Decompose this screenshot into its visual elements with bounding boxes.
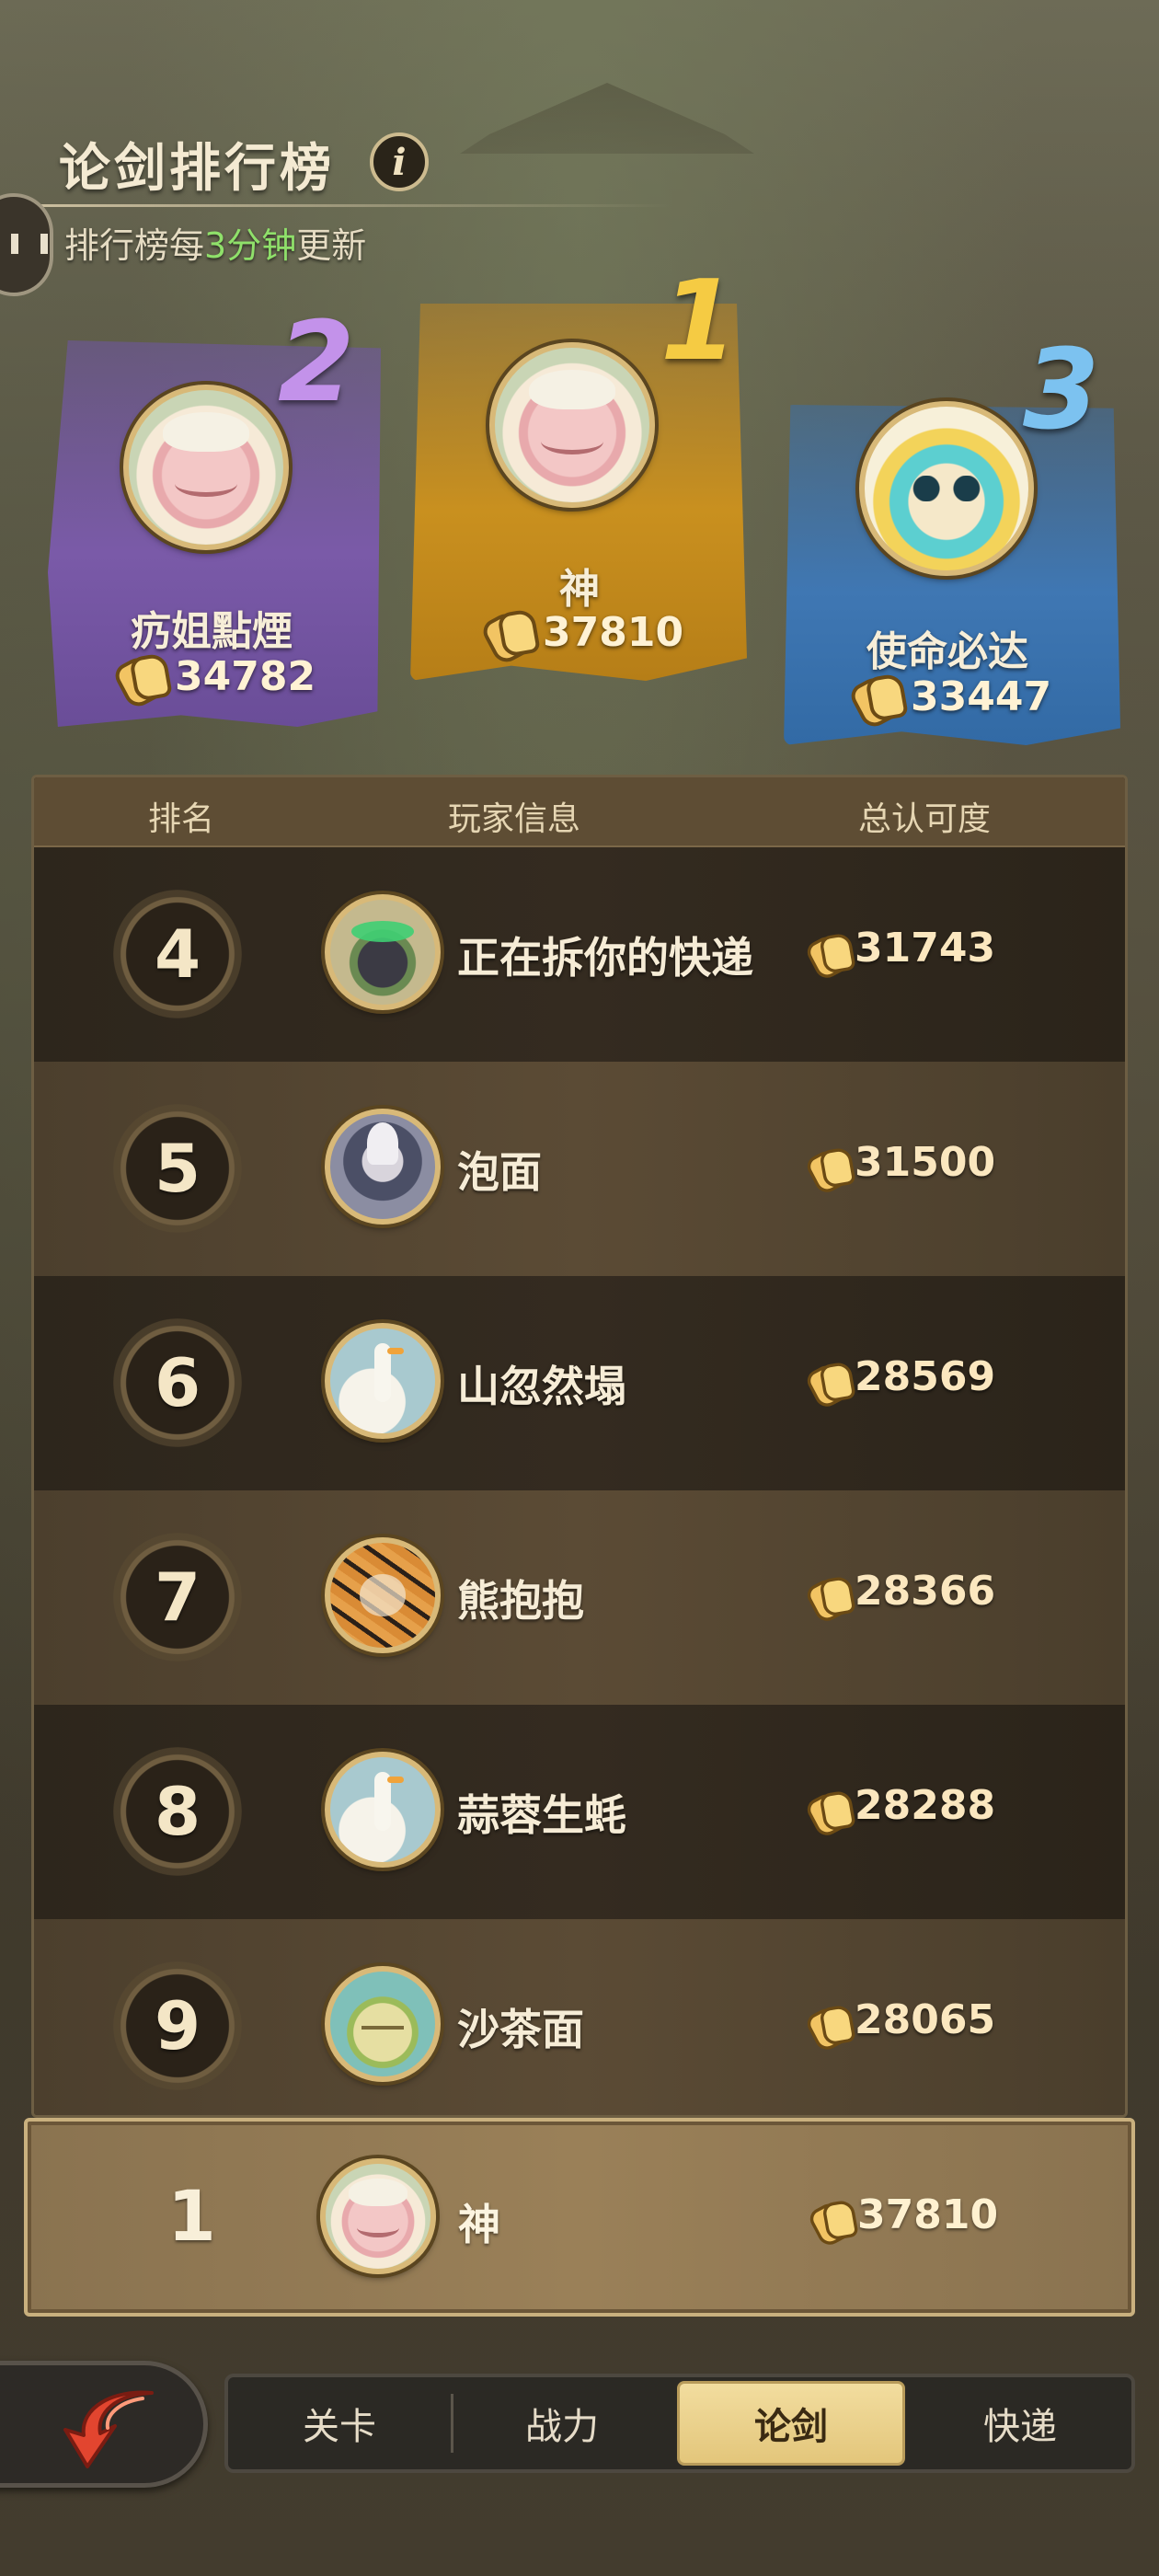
table-row[interactable]: 6 山忽然塌 28569 [34, 1276, 1125, 1490]
player-avatar[interactable] [325, 894, 441, 1010]
clap-icon [806, 931, 842, 965]
player-score: 31743 [803, 925, 995, 972]
table-header: 排名 玩家信息 总认可度 [34, 777, 1125, 847]
clap-icon [809, 2198, 844, 2232]
tab-delivery[interactable]: 快递 [909, 2377, 1131, 2469]
my-name: 神 [458, 2200, 500, 2249]
clap-icon [806, 1360, 842, 1394]
player-name: 正在拆你的快递 [457, 933, 753, 983]
tab-duel[interactable]: 论剑 [677, 2381, 905, 2466]
player-score: 28065 [803, 1996, 995, 2043]
column-score: 总认可度 [858, 800, 992, 838]
update-notice: 排行榜每3分钟更新 [64, 217, 366, 268]
clap-icon [806, 2003, 842, 2037]
rank-badge: 8 [113, 1747, 242, 1876]
player-avatar[interactable] [325, 1966, 441, 2082]
podium-rank-3: 3 [1023, 327, 1100, 454]
my-rank-row[interactable]: 1 神 37810 [24, 2118, 1135, 2317]
back-button[interactable] [0, 2361, 208, 2488]
podium-second-name: 疓姐點煙 [131, 608, 293, 655]
podium-first-score-value: 37810 [543, 608, 684, 656]
clap-icon [806, 1574, 842, 1608]
podium-third-score: 33447 [850, 672, 1051, 721]
update-notice-suffix: 更新 [296, 225, 367, 266]
table-row[interactable]: 9 沙茶面 28065 [34, 1919, 1125, 2115]
podium-second-avatar[interactable] [123, 385, 289, 550]
player-name: 山忽然塌 [457, 1362, 626, 1411]
player-avatar[interactable] [325, 1109, 441, 1225]
podium-rank-2: 2 [278, 299, 355, 427]
player-name: 沙茶面 [457, 2005, 584, 2054]
tab-power[interactable]: 战力 [451, 2377, 673, 2469]
podium-first-score: 37810 [482, 607, 683, 657]
player-score: 28288 [803, 1782, 995, 1829]
podium-third-name: 使命必达 [866, 628, 1028, 675]
update-interval: 3分钟 [204, 225, 297, 266]
player-name: 泡面 [457, 1147, 542, 1197]
update-notice-prefix: 排行榜每 [64, 225, 205, 266]
clap-icon [806, 1788, 842, 1823]
my-score-value: 37810 [857, 2191, 999, 2238]
player-score-value: 31743 [855, 925, 996, 972]
player-name: 熊抱抱 [457, 1576, 584, 1626]
title-divider [37, 204, 671, 207]
podium-first-avatar[interactable] [489, 342, 655, 508]
rank-badge: 7 [113, 1533, 242, 1662]
podium-second-score-value: 34782 [175, 652, 316, 700]
table-row[interactable]: 7 熊抱抱 28366 [34, 1490, 1125, 1705]
player-score-value: 31500 [855, 1139, 996, 1186]
back-arrow-icon [63, 2390, 154, 2468]
clap-icon [482, 607, 535, 657]
player-avatar[interactable] [325, 1752, 441, 1868]
player-score: 31500 [803, 1139, 995, 1186]
player-score-value: 28288 [855, 1782, 996, 1829]
player-score: 28366 [803, 1568, 995, 1615]
clap-icon [806, 1145, 842, 1179]
clap-icon [850, 672, 903, 721]
tab-stage[interactable]: 关卡 [228, 2377, 451, 2469]
ranking-table[interactable]: 排名 玩家信息 总认可度 4 正在拆你的快递 31743 5 泡面 31500 … [31, 775, 1128, 2118]
page-title: 论剑排行榜 [59, 139, 335, 199]
my-score: 37810 [806, 2191, 998, 2238]
column-player: 玩家信息 [448, 800, 581, 838]
player-score-value: 28569 [855, 1353, 996, 1400]
podium-third-score-value: 33447 [911, 673, 1052, 720]
podium-first-name: 神 [559, 566, 600, 613]
rank-badge: 4 [113, 890, 242, 1018]
player-avatar[interactable] [325, 1537, 441, 1653]
podium-third-avatar[interactable] [859, 401, 1034, 576]
my-avatar[interactable] [320, 2158, 436, 2274]
player-name: 蒜蓉生蚝 [457, 1790, 626, 1840]
rank-badge: 5 [113, 1104, 242, 1233]
column-rank: 排名 [148, 800, 215, 838]
player-score-value: 28065 [855, 1996, 996, 2043]
table-row[interactable]: 5 泡面 31500 [34, 1062, 1125, 1276]
bottom-tabbar: 关卡 战力 论剑 快递 [224, 2374, 1135, 2473]
rank-badge: 6 [113, 1318, 242, 1447]
my-rank: 1 [167, 2175, 216, 2257]
rank-badge: 9 [113, 1961, 242, 2090]
player-score: 28569 [803, 1353, 995, 1400]
clap-icon [114, 651, 167, 701]
podium-rank-1: 1 [660, 258, 738, 385]
table-row[interactable]: 8 蒜蓉生蚝 28288 [34, 1705, 1125, 1919]
table-row[interactable]: 4 正在拆你的快递 31743 [34, 847, 1125, 1062]
podium-second-score: 34782 [114, 651, 316, 701]
player-avatar[interactable] [325, 1323, 441, 1439]
player-score-value: 28366 [855, 1568, 996, 1615]
info-icon[interactable]: i [370, 132, 429, 191]
